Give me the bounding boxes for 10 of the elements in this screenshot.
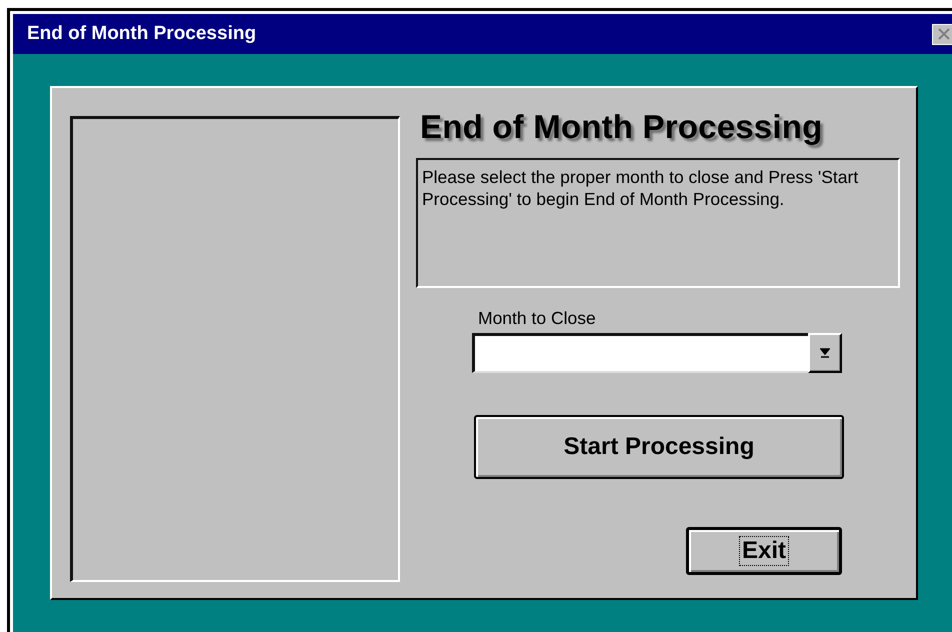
month-field[interactable] <box>472 333 808 373</box>
instructions-text: Please select the proper month to close and Press 'Start Processing' to begin End of Month Processing. <box>416 158 900 288</box>
down-arrow-icon <box>820 346 830 360</box>
exit-button[interactable]: Exit <box>686 527 842 575</box>
field-label: Month to Close <box>478 308 597 329</box>
dropdown-button[interactable] <box>808 333 842 373</box>
close-icon[interactable] <box>932 24 952 44</box>
window-title: End of Month Processing <box>27 23 256 45</box>
heading: End of Month Processing <box>420 108 824 146</box>
start-processing-button[interactable]: Start Processing <box>474 415 844 479</box>
